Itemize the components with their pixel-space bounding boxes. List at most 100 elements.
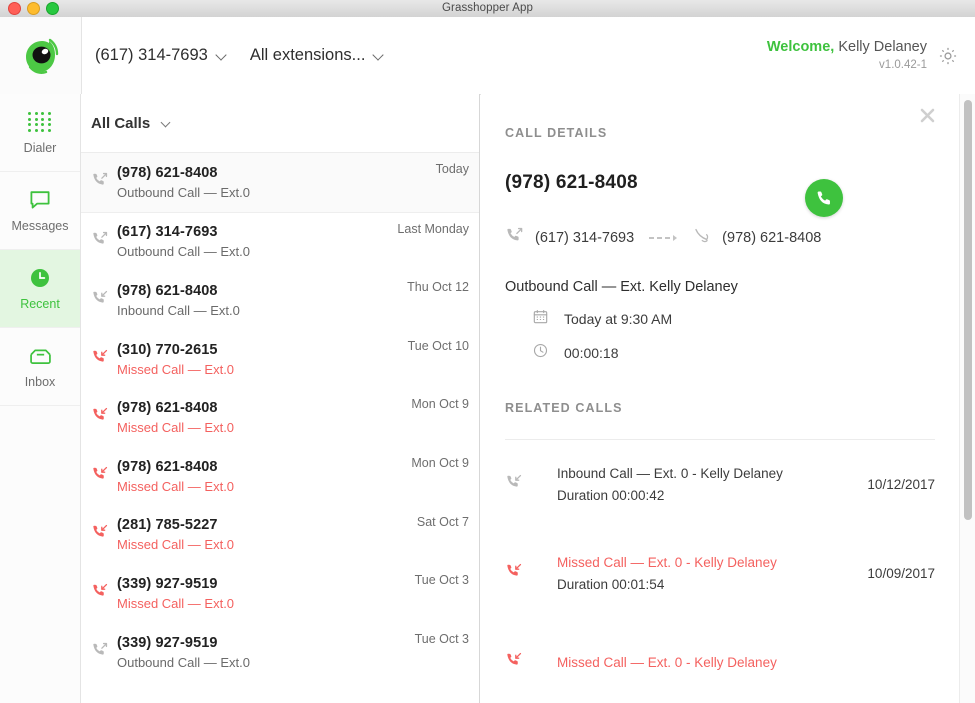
call-item-body: (617) 314-7693Outbound Call — Ext.0 — [117, 222, 397, 261]
call-button[interactable] — [805, 179, 843, 217]
missed-inbound-call-icon — [91, 348, 109, 371]
call-list-item[interactable]: (281) 785-5227Missed Call — Ext.0Sat Oct… — [81, 506, 479, 565]
related-call-item[interactable]: Missed Call — Ext. 0 - Kelly Delaney — [481, 618, 959, 703]
call-list-item[interactable]: (617) 314-7693Outbound Call — Ext.0Last … — [81, 213, 479, 272]
related-call-direction-icon — [505, 473, 557, 496]
inbound-call-icon — [692, 226, 711, 250]
call-date-text: Today at 9:30 AM — [564, 311, 672, 327]
related-call-item[interactable]: Missed Call — Ext. 0 - Kelly DelaneyDura… — [481, 529, 959, 618]
call-direction-icon — [91, 641, 117, 664]
call-item-number: (339) 927-9519 — [117, 576, 218, 592]
extension-filter-label: All extensions... — [250, 46, 366, 65]
call-item-timestamp: Mon Oct 9 — [411, 397, 469, 411]
sidebar-item-dialer[interactable]: Dialer — [0, 94, 80, 172]
call-direction-icon — [91, 230, 117, 253]
call-type-label: Outbound Call — Ext. Kelly Delaney — [505, 279, 935, 295]
call-item-number: (978) 621-8408 — [117, 283, 218, 299]
close-icon[interactable] — [918, 106, 937, 125]
call-item-body: (310) 770-2615Missed Call — Ext.0 — [117, 340, 408, 379]
close-window-button[interactable] — [8, 2, 21, 15]
app-header: (617) 314-7693 All extensions... Welcome… — [0, 17, 975, 95]
extension-filter-dropdown[interactable]: All extensions... — [250, 46, 386, 65]
sidebar-item-label: Messages — [12, 219, 69, 233]
dialpad-icon — [28, 110, 52, 134]
call-item-type: Inbound Call — Ext.0 — [117, 301, 407, 320]
call-item-number: (339) 927-9519 — [117, 635, 218, 651]
call-item-type: Missed Call — Ext.0 — [117, 477, 411, 496]
zoom-window-button[interactable] — [46, 2, 59, 15]
related-call-duration: Duration 00:00:42 — [557, 485, 867, 507]
call-date-row: Today at 9:30 AM — [505, 309, 935, 329]
window-title: Grasshopper App — [0, 0, 975, 17]
call-item-timestamp: Today — [436, 162, 469, 176]
call-item-timestamp: Tue Oct 3 — [415, 573, 469, 587]
related-call-duration: Duration 00:01:54 — [557, 574, 867, 596]
sidebar-item-recent[interactable]: Recent — [0, 250, 80, 328]
call-list-item[interactable]: (978) 621-8408Inbound Call — Ext.0Thu Oc… — [81, 271, 479, 330]
call-item-type: Missed Call — Ext.0 — [117, 535, 417, 554]
related-call-title: Missed Call — Ext. 0 - Kelly Delaney — [557, 652, 935, 674]
chevron-down-icon — [374, 50, 385, 61]
call-route-to: (978) 621-8408 — [722, 230, 821, 246]
outbound-call-icon — [91, 171, 109, 194]
app-version: v1.0.42-1 — [767, 57, 927, 73]
inbound-call-icon — [91, 289, 109, 312]
related-call-direction-icon — [505, 562, 557, 585]
scrollbar-thumb[interactable] — [964, 100, 972, 520]
related-call-body: Missed Call — Ext. 0 - Kelly DelaneyDura… — [557, 552, 867, 596]
sidebar-item-label: Inbox — [25, 375, 56, 389]
phone-number-dropdown[interactable]: (617) 314-7693 — [95, 46, 228, 65]
related-call-item[interactable]: Inbound Call — Ext. 0 - Kelly DelaneyDur… — [481, 440, 959, 529]
call-duration-text: 00:00:18 — [564, 345, 619, 361]
call-direction-icon — [91, 406, 117, 429]
missed-inbound-call-icon — [91, 465, 109, 488]
clock-icon — [28, 266, 52, 290]
message-bubble-icon — [28, 188, 52, 212]
welcome-prefix: Welcome, — [767, 39, 834, 55]
call-list-item[interactable]: (978) 621-8408Outbound Call — Ext.0Today — [81, 153, 479, 213]
grasshopper-logo-icon — [19, 34, 63, 78]
call-direction-icon — [91, 465, 117, 488]
call-list-item[interactable]: (339) 927-9519Outbound Call — Ext.0Tue O… — [81, 623, 479, 682]
nav-sidebar: Dialer Messages Recent — [0, 94, 81, 703]
call-list-item[interactable]: (339) 927-9519Missed Call — Ext.0Tue Oct… — [81, 564, 479, 623]
call-item-type: Outbound Call — Ext.0 — [117, 183, 436, 202]
call-list-item[interactable]: (310) 770-2615Missed Call — Ext.0Tue Oct… — [81, 330, 479, 389]
gear-icon[interactable] — [937, 45, 959, 67]
call-item-timestamp: Tue Oct 10 — [408, 339, 469, 353]
vertical-scrollbar[interactable] — [959, 94, 975, 703]
missed-inbound-call-icon — [91, 523, 109, 546]
related-call-date: 10/09/2017 — [867, 566, 935, 581]
call-item-type: Outbound Call — Ext.0 — [117, 653, 415, 672]
chevron-down-icon — [162, 118, 173, 129]
related-call-title: Missed Call — Ext. 0 - Kelly Delaney — [557, 552, 867, 574]
title-bar: Grasshopper App — [0, 0, 975, 18]
call-details-number: (978) 621-8408 — [505, 172, 638, 194]
sidebar-item-messages[interactable]: Messages — [0, 172, 80, 250]
related-call-body: Missed Call — Ext. 0 - Kelly Delaney — [557, 652, 935, 674]
minimize-window-button[interactable] — [27, 2, 40, 15]
call-list-item[interactable]: (978) 621-8408Missed Call — Ext.0Mon Oct… — [81, 388, 479, 447]
sidebar-item-inbox[interactable]: Inbox — [0, 328, 80, 406]
call-item-timestamp: Last Monday — [397, 222, 469, 236]
logo-cell — [0, 17, 82, 94]
call-direction-icon — [91, 582, 117, 605]
call-item-body: (978) 621-8408 Inbound Call — Ext.0 — [117, 281, 407, 320]
header-account: Welcome, Kelly Delaney v1.0.42-1 — [767, 17, 959, 94]
window-controls[interactable] — [8, 0, 59, 17]
call-item-timestamp: Sat Oct 7 — [417, 515, 469, 529]
related-calls-section-label: RELATED CALLS — [505, 401, 935, 415]
call-list-item[interactable]: (978) 621-8408Missed Call — Ext.0Mon Oct… — [81, 447, 479, 506]
all-calls-filter-dropdown[interactable]: All Calls — [91, 115, 173, 132]
missed-inbound-call-icon — [505, 562, 523, 585]
all-calls-filter-label: All Calls — [91, 115, 150, 132]
sidebar-item-label: Dialer — [24, 141, 57, 155]
outbound-call-icon — [91, 230, 109, 253]
call-direction-icon — [91, 171, 117, 194]
related-call-direction-icon — [505, 651, 557, 674]
call-list-header: All Calls — [81, 94, 479, 153]
chevron-down-icon — [217, 50, 228, 61]
call-duration-row: 00:00:18 — [505, 343, 935, 363]
call-direction-icon — [91, 523, 117, 546]
related-call-body: Inbound Call — Ext. 0 - Kelly DelaneyDur… — [557, 463, 867, 507]
